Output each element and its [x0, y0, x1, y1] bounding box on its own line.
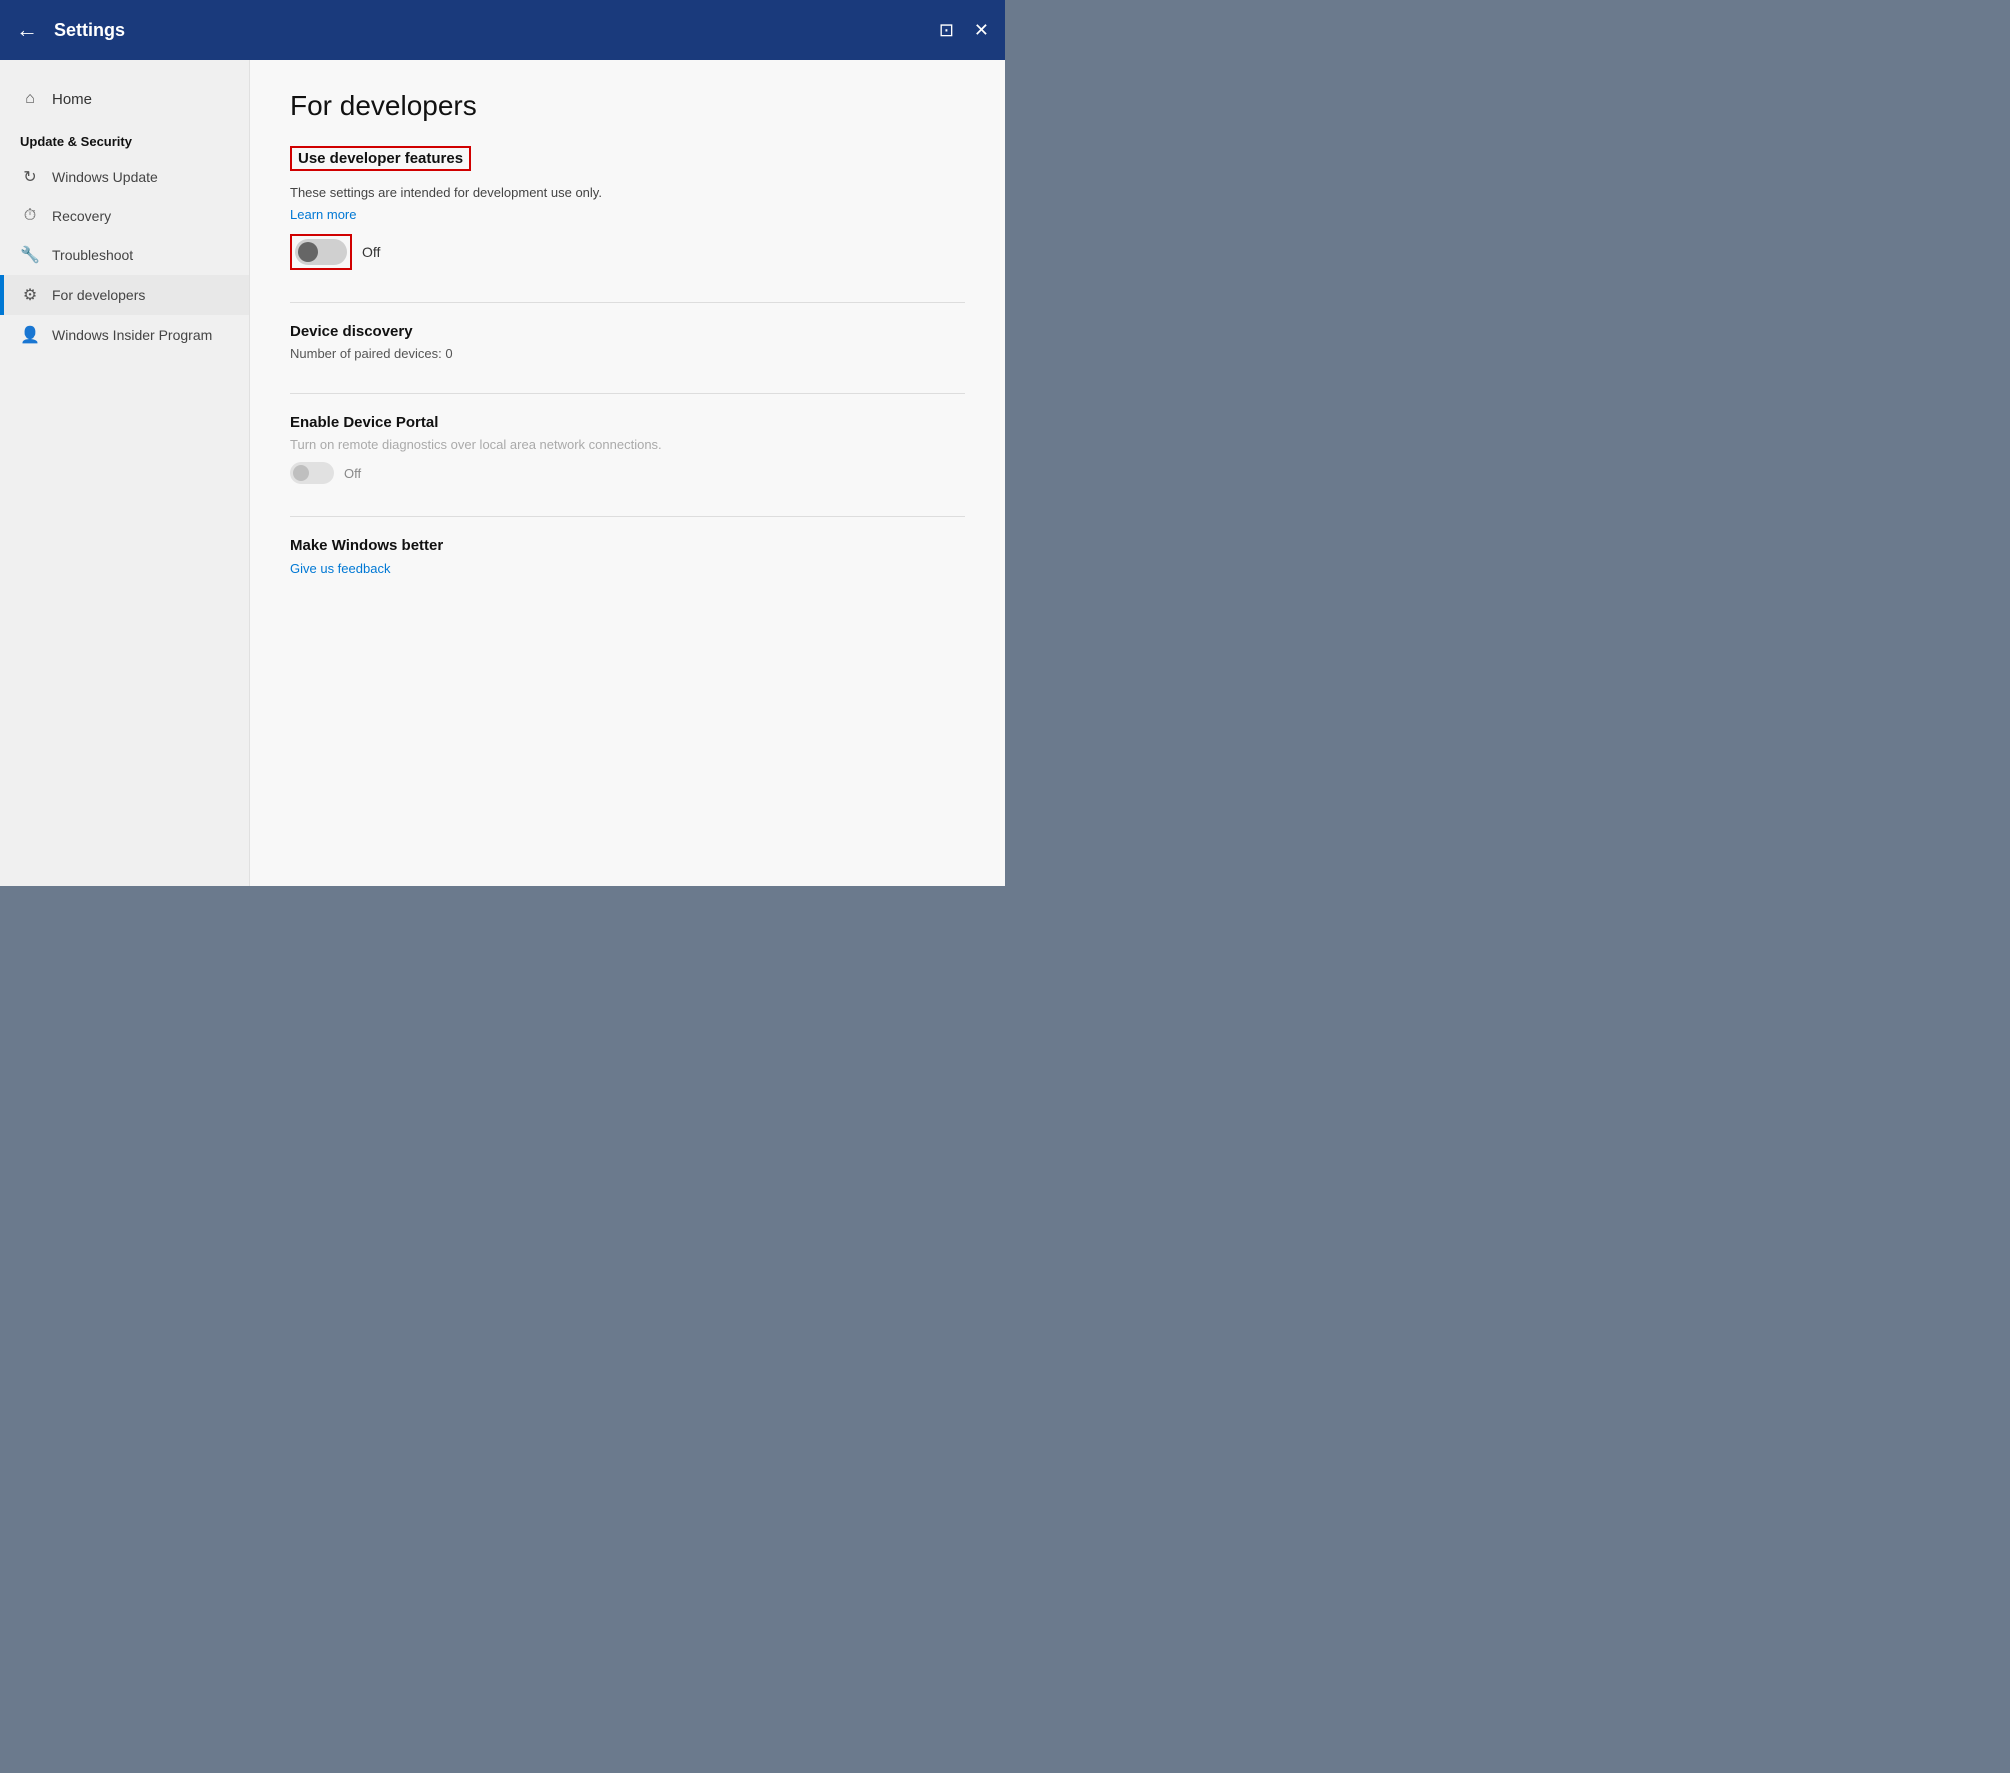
page-title: For developers — [290, 90, 965, 122]
sidebar-item-windows-insider[interactable]: 👤 Windows Insider Program — [0, 315, 249, 355]
recovery-icon: ⏱ — [20, 207, 40, 225]
sidebar-item-label: For developers — [52, 287, 145, 303]
device-discovery-heading: Device discovery — [290, 323, 965, 340]
use-developer-toggle-label: Off — [362, 244, 380, 260]
use-developer-toggle-row: Off — [290, 234, 965, 270]
use-developer-heading: Use developer features — [290, 146, 471, 171]
use-developer-toggle[interactable] — [295, 239, 347, 265]
use-developer-section: Use developer features These settings ar… — [290, 146, 965, 270]
for-developers-icon: ⚙ — [20, 285, 40, 305]
use-developer-desc: These settings are intended for developm… — [290, 185, 965, 200]
device-discovery-section: Device discovery Number of paired device… — [290, 323, 965, 361]
windows-insider-icon: 👤 — [20, 325, 40, 345]
device-portal-toggle-label: Off — [344, 466, 361, 481]
window-controls: ⊡ ✕ — [939, 20, 989, 41]
sidebar-item-troubleshoot[interactable]: 🔧 Troubleshoot — [0, 235, 249, 275]
windows-update-icon: ↻ — [20, 167, 40, 187]
sidebar-item-label: Windows Insider Program — [52, 327, 212, 343]
sidebar-item-recovery[interactable]: ⏱ Recovery — [0, 197, 249, 235]
snap-icon[interactable]: ⊡ — [939, 20, 954, 41]
toggle-simple-knob — [293, 465, 309, 481]
divider-2 — [290, 393, 965, 394]
sidebar-home-label: Home — [52, 91, 92, 108]
back-button[interactable]: ← — [16, 17, 38, 43]
content-area: For developers Use developer features Th… — [250, 60, 1005, 886]
give-feedback-link[interactable]: Give us feedback — [290, 561, 390, 576]
troubleshoot-icon: 🔧 — [20, 245, 40, 265]
title-bar: ← Settings ⊡ ✕ — [0, 0, 1005, 60]
sidebar-section-title: Update & Security — [0, 118, 249, 157]
sidebar-item-home[interactable]: ⌂ Home — [0, 80, 249, 118]
close-button[interactable]: ✕ — [974, 20, 989, 41]
device-portal-toggle-row: Off — [290, 462, 965, 484]
device-portal-toggle[interactable] — [290, 462, 334, 484]
learn-more-link[interactable]: Learn more — [290, 207, 356, 222]
device-portal-section: Enable Device Portal Turn on remote diag… — [290, 414, 965, 484]
make-windows-better-section: Make Windows better Give us feedback — [290, 537, 965, 578]
use-developer-toggle-wrap — [290, 234, 352, 270]
divider-3 — [290, 516, 965, 517]
paired-devices-count: Number of paired devices: 0 — [290, 346, 965, 361]
toggle-knob — [298, 242, 318, 262]
device-portal-heading: Enable Device Portal — [290, 414, 965, 431]
sidebar: ⌂ Home Update & Security ↻ Windows Updat… — [0, 60, 250, 886]
app-title: Settings — [54, 20, 125, 41]
sidebar-item-label: Troubleshoot — [52, 247, 133, 263]
main-window: ⌂ Home Update & Security ↻ Windows Updat… — [0, 60, 1005, 886]
device-portal-desc: Turn on remote diagnostics over local ar… — [290, 437, 965, 452]
home-icon: ⌂ — [20, 90, 40, 108]
make-windows-better-heading: Make Windows better — [290, 537, 965, 554]
divider-1 — [290, 302, 965, 303]
sidebar-item-label: Recovery — [52, 208, 111, 224]
sidebar-item-label: Windows Update — [52, 169, 158, 185]
sidebar-item-windows-update[interactable]: ↻ Windows Update — [0, 157, 249, 197]
sidebar-item-for-developers[interactable]: ⚙ For developers — [0, 275, 249, 315]
